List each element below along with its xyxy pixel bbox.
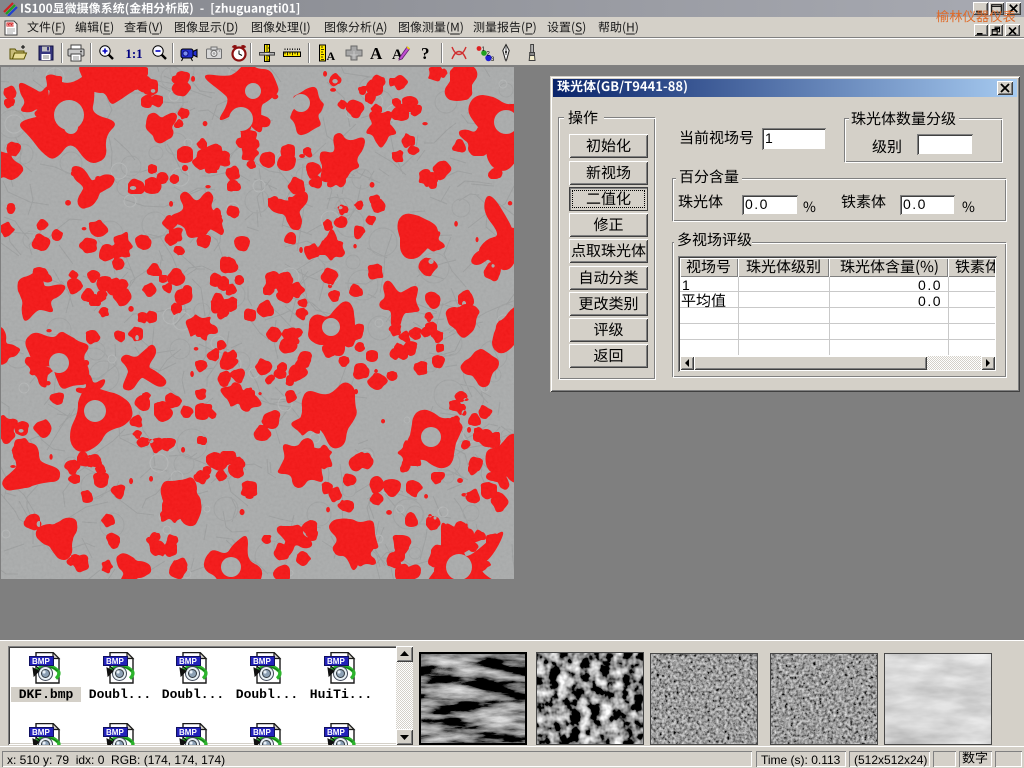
svg-text:3: 3 — [491, 57, 494, 63]
svg-text:A: A — [370, 44, 383, 63]
svg-text:DOC: DOC — [7, 22, 16, 27]
svg-text:?: ? — [421, 44, 430, 63]
svg-text:A: A — [327, 49, 336, 63]
